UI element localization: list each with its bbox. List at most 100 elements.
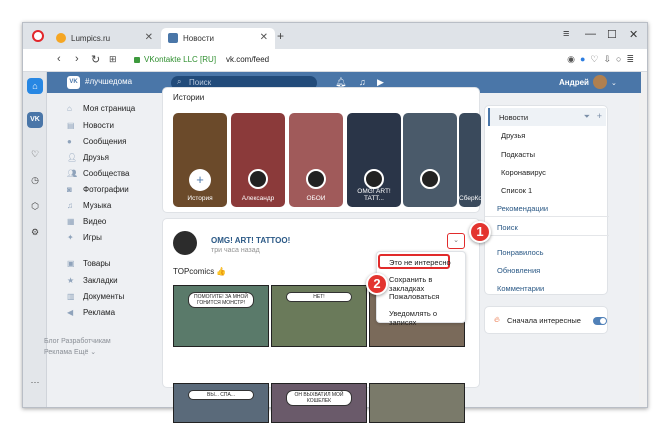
lock-icon[interactable] bbox=[134, 57, 140, 63]
add-list-icon[interactable]: + bbox=[597, 111, 602, 121]
story-avatar bbox=[306, 169, 326, 189]
right-nav-friends[interactable]: Друзья bbox=[501, 131, 525, 140]
sidebar-item-11[interactable]: ▥ Документы bbox=[67, 291, 175, 305]
story-item[interactable]: ОБОИ bbox=[289, 113, 343, 207]
star-icon: ★ bbox=[67, 276, 75, 285]
vk-logo-icon[interactable]: VK bbox=[67, 76, 80, 89]
minimize-button[interactable]: — bbox=[585, 28, 596, 40]
download-icon[interactable]: ⇩ bbox=[603, 54, 616, 64]
maximize-button[interactable]: ☐ bbox=[607, 28, 617, 41]
right-nav-updates[interactable]: Обновления bbox=[497, 266, 540, 275]
right-nav-news[interactable]: Новости ⏷ + bbox=[488, 108, 606, 126]
menu-icon[interactable]: ≡ bbox=[563, 28, 569, 40]
sidebar-item-5[interactable]: ◙ Фотографии bbox=[67, 184, 175, 198]
home-icon[interactable]: ⌂ bbox=[27, 78, 43, 94]
favorites-icon[interactable]: ♡ bbox=[27, 146, 43, 162]
back-icon[interactable]: ‹ bbox=[57, 53, 61, 65]
comic-panel[interactable] bbox=[369, 383, 465, 423]
settings-gear-icon[interactable]: ⚙ bbox=[27, 224, 43, 240]
sidebar-item-3[interactable]: 👤︎Друзья4 bbox=[67, 152, 175, 166]
site-identity[interactable]: VKontakte LLC [RU] bbox=[144, 55, 216, 64]
heart-icon[interactable]: ♡ bbox=[590, 54, 603, 64]
history-icon[interactable]: ◷ bbox=[27, 172, 43, 188]
step-badge-2: 2 bbox=[366, 273, 388, 295]
post-avatar[interactable] bbox=[173, 231, 197, 255]
tab-lumpics[interactable]: Lumpics.ru ✕ bbox=[49, 28, 160, 49]
right-nav-coronavirus[interactable]: Коронавирус bbox=[501, 168, 546, 177]
menu-item-report[interactable]: Пожаловаться bbox=[389, 292, 439, 301]
comic-panel[interactable]: ВЫ... СПА... bbox=[173, 383, 269, 423]
fire-icon: 🔥︎ bbox=[494, 315, 500, 324]
story-label: Александр bbox=[241, 195, 275, 202]
story-label: История bbox=[187, 195, 213, 202]
reload-icon[interactable]: ↻ bbox=[91, 53, 100, 66]
right-nav-recommendations[interactable]: Рекомендации bbox=[497, 204, 548, 213]
add-story-icon[interactable]: + bbox=[189, 169, 211, 191]
opera-logo-icon[interactable] bbox=[32, 30, 44, 42]
forward-icon[interactable]: › bbox=[75, 53, 79, 65]
close-tab-icon[interactable]: ✕ bbox=[145, 32, 153, 43]
url-field[interactable]: vk.com/feed bbox=[226, 55, 269, 64]
scrollbar[interactable] bbox=[639, 72, 647, 407]
settings-icon[interactable]: ≣ bbox=[626, 54, 639, 64]
interesting-first-toggle[interactable] bbox=[593, 317, 607, 325]
post-author[interactable]: OMG! ART! TATTOO! bbox=[211, 236, 290, 245]
story-item[interactable]: СберКот bbox=[459, 113, 481, 207]
sidebar-item-0[interactable]: ⌂ Моя страница bbox=[67, 103, 175, 117]
comic-panel[interactable]: НЕТ! bbox=[271, 285, 367, 347]
menu-item-save-bookmark[interactable]: Сохранить в закладках bbox=[389, 275, 465, 293]
story-item[interactable]: OMG! ART! TATT... bbox=[347, 113, 401, 207]
story-label: СберКот bbox=[459, 195, 481, 202]
footer-links-1[interactable]: Блог Разработчикам bbox=[44, 338, 111, 345]
chevron-down-icon[interactable]: ⌄ bbox=[611, 79, 617, 87]
extensions-icon[interactable]: ⬡ bbox=[27, 198, 43, 214]
menu-item-notify[interactable]: Уведомлять о записях bbox=[389, 309, 465, 327]
post-time[interactable]: три часа назад bbox=[211, 247, 260, 254]
menu-item-not-interesting[interactable]: Это не интересно bbox=[389, 258, 451, 267]
story-item[interactable]: Александр bbox=[231, 113, 285, 207]
sidebar-item-label: Видео bbox=[83, 217, 107, 226]
vk-tag[interactable]: #лучшедома bbox=[85, 77, 132, 86]
sidebar-item-6[interactable]: ♫ Музыка bbox=[67, 200, 175, 214]
filter-icon[interactable]: ⏷ bbox=[584, 112, 590, 122]
footer-links-2[interactable]: Реклама Ещё ⌄ bbox=[44, 348, 96, 356]
right-nav-podcasts[interactable]: Подкасты bbox=[501, 150, 535, 159]
speed-dial-icon[interactable]: ⊞ bbox=[109, 54, 117, 65]
post-menu: Это не интересно Сохранить в закладках П… bbox=[376, 251, 466, 327]
close-window-button[interactable]: ✕ bbox=[629, 28, 638, 41]
more-icon[interactable]: ··· bbox=[27, 374, 43, 390]
vpn-icon[interactable]: ● bbox=[580, 54, 590, 64]
profile-icon[interactable]: ○ bbox=[616, 54, 626, 64]
tab-label: Новости bbox=[183, 34, 214, 43]
story-label: OMG! ART! TATT... bbox=[357, 188, 391, 202]
sidebar-item-10[interactable]: ★ Закладки bbox=[67, 275, 175, 289]
megaphone-icon: ◀ bbox=[67, 308, 74, 317]
sidebar-item-4[interactable]: 👥︎ Сообщества bbox=[67, 168, 175, 182]
right-nav-comments[interactable]: Комментарии bbox=[497, 284, 544, 293]
sidebar-item-9[interactable]: ▣ Товары bbox=[67, 258, 175, 272]
right-nav-liked[interactable]: Понравилось bbox=[497, 248, 544, 257]
sidebar-item-2[interactable]: ●Сообщения1 bbox=[67, 136, 175, 150]
new-tab-button[interactable]: + bbox=[277, 29, 284, 43]
comic-panel[interactable]: ПОМОГИТЕ! ЗА МНОЙ ГОНИТСЯ МОНСТР! bbox=[173, 285, 269, 347]
camera-icon[interactable]: ◉ bbox=[567, 54, 580, 64]
close-tab-icon[interactable]: ✕ bbox=[260, 32, 268, 43]
avatar[interactable] bbox=[593, 75, 607, 89]
vk-sidebar-icon[interactable]: VK bbox=[27, 112, 43, 128]
sidebar-item-label: Сообщества bbox=[83, 169, 130, 178]
right-nav-list1[interactable]: Список 1 bbox=[501, 186, 532, 195]
post-menu-chevron-icon[interactable]: ⌄ bbox=[447, 233, 465, 249]
comic-panel[interactable]: ОН ВЫХВАТИЛ МОЙ КОШЕЛЕК bbox=[271, 383, 367, 423]
tab-label: Lumpics.ru bbox=[71, 34, 111, 43]
sidebar-item-12[interactable]: ◀ Реклама bbox=[67, 307, 175, 321]
sidebar-item-1[interactable]: ▤ Новости bbox=[67, 120, 175, 134]
sidebar-item-7[interactable]: ▦ Видео bbox=[67, 216, 175, 230]
sidebar-item-8[interactable]: ✦Игры6 bbox=[67, 232, 175, 246]
story-item[interactable] bbox=[403, 113, 457, 207]
stories-title: Истории bbox=[173, 93, 205, 102]
music-note-icon[interactable]: ♫ bbox=[359, 77, 366, 87]
tab-news[interactable]: Новости ✕ bbox=[161, 28, 275, 49]
story-item[interactable]: + История bbox=[173, 113, 227, 207]
right-nav-search[interactable]: Поиск bbox=[497, 223, 518, 232]
user-name[interactable]: Андрей bbox=[559, 78, 589, 87]
